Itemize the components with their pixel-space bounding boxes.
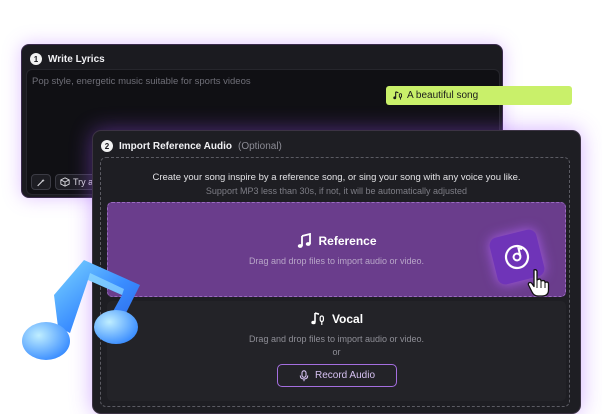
- support-text: Support MP3 less than 30s, if not, it wi…: [205, 186, 468, 196]
- try-a-label: Try a: [73, 177, 94, 187]
- or-separator: or: [332, 347, 341, 357]
- optional-label: (Optional): [237, 140, 282, 152]
- reference-title: Reference: [318, 234, 377, 248]
- cube-icon: [60, 177, 70, 187]
- music-note-icon: [22, 260, 140, 360]
- magic-wand-button[interactable]: [31, 174, 51, 190]
- lyrics-placeholder: Pop style, energetic music suitable for …: [32, 76, 251, 87]
- step-number: 1: [30, 53, 42, 65]
- song-suggestion-chip[interactable]: A beautiful song: [386, 86, 572, 105]
- import-reference-header: 2 Import Reference Audio (Optional): [101, 140, 282, 152]
- step-number: 2: [101, 140, 113, 152]
- music-mic-icon: [311, 312, 324, 325]
- write-lyrics-title: Write Lyrics: [48, 53, 105, 65]
- microphone-icon: [299, 369, 309, 381]
- music-note-icon: [298, 233, 312, 248]
- vocal-title-row: Vocal: [107, 311, 566, 327]
- record-audio-button[interactable]: Record Audio: [277, 364, 397, 387]
- vocal-title: Vocal: [331, 312, 364, 326]
- vocal-hint: Drag and drop files to import audio or v…: [248, 334, 425, 344]
- write-lyrics-header: 1 Write Lyrics: [30, 52, 105, 66]
- import-reference-title: Import Reference Audio: [119, 140, 232, 152]
- chip-label: A beautiful song: [407, 90, 479, 101]
- hand-cursor-icon: [527, 269, 550, 297]
- magic-wand-icon: [37, 178, 45, 186]
- vocal-dropzone[interactable]: Vocal Drag and drop files to import audi…: [107, 301, 566, 401]
- import-description: Create your song inspire by a reference …: [152, 172, 521, 183]
- record-audio-label: Record Audio: [314, 370, 376, 381]
- music-mic-icon: [393, 91, 402, 100]
